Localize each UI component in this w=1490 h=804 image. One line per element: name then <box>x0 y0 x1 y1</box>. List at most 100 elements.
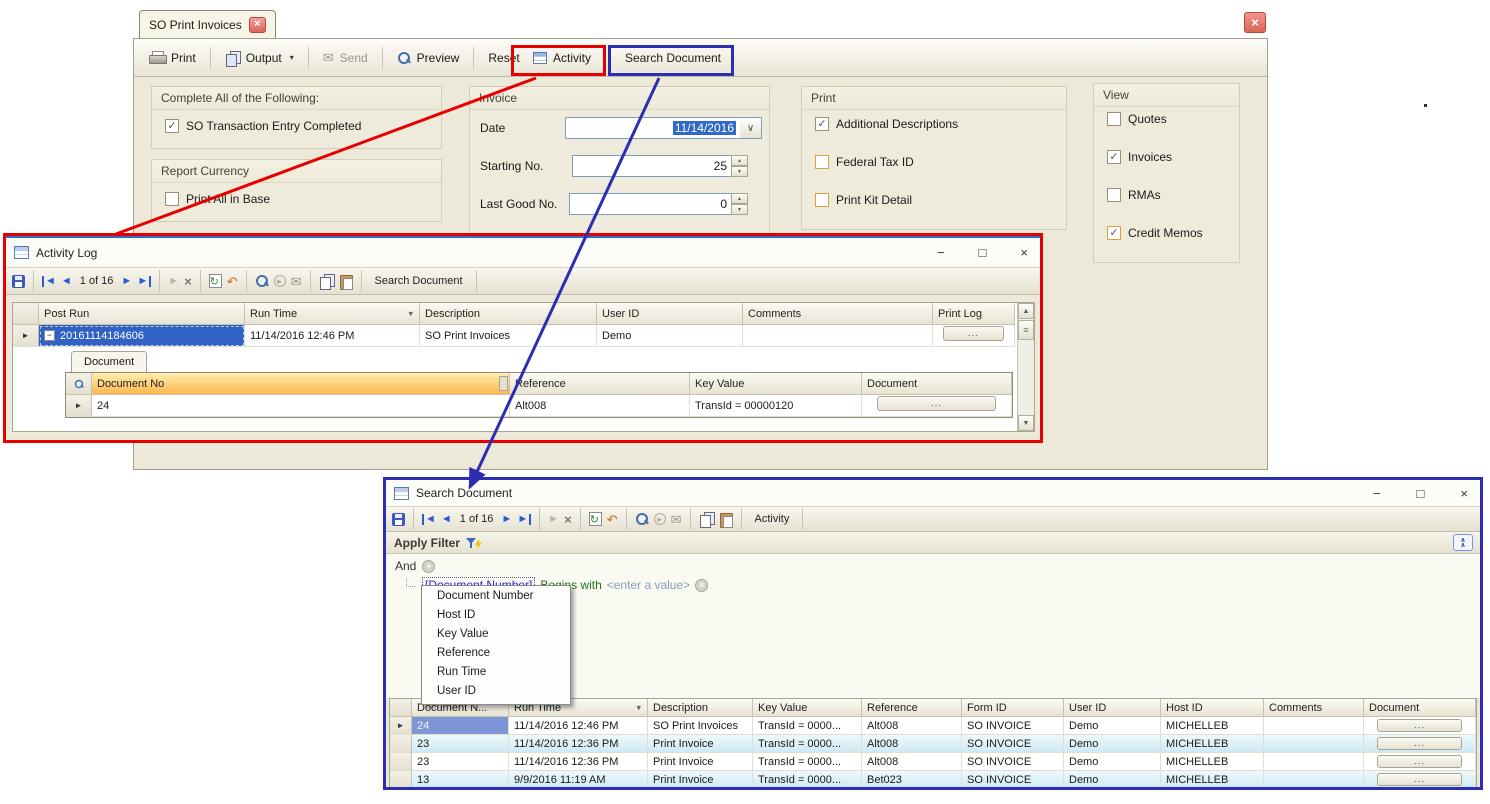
spin-down-icon[interactable]: ▼ <box>731 204 748 215</box>
document-grid-row[interactable]: ► 24 Alt008 TransId = 00000120 ... <box>66 395 1012 417</box>
user-id-cell[interactable]: Demo <box>1064 753 1161 771</box>
scrollbar-thumb[interactable]: ≡ <box>1018 320 1034 340</box>
so-transaction-entry-completed-checkbox[interactable]: ✓ SO Transaction Entry Completed <box>165 119 361 133</box>
document-no-cell[interactable]: 24 <box>412 717 509 735</box>
column-header-print-log[interactable]: Print Log <box>933 303 1015 325</box>
document-no-cell[interactable]: 13 <box>412 771 509 787</box>
row-selector-cell[interactable] <box>390 735 412 753</box>
starting-no-field[interactable]: 25 <box>572 155 732 177</box>
maximize-icon[interactable]: □ <box>979 245 987 260</box>
form-id-cell[interactable]: SO INVOICE <box>962 717 1064 735</box>
vertical-scrollbar[interactable]: ▲ ≡ ▼ <box>1017 303 1034 431</box>
column-header-user-id[interactable]: User ID <box>1064 699 1161 717</box>
reference-cell[interactable]: Alt008 <box>862 717 962 735</box>
description-cell[interactable]: Print Invoice <box>648 771 753 787</box>
search-grid-row[interactable]: ► 24 11/14/2016 12:46 PM SO Print Invoic… <box>390 717 1476 735</box>
column-header-description[interactable]: Description <box>420 303 597 325</box>
remove-condition-icon[interactable]: × <box>695 579 708 592</box>
column-header-comments[interactable]: Comments <box>743 303 933 325</box>
user-id-cell[interactable]: Demo <box>1064 735 1161 753</box>
run-time-cell[interactable]: 11/14/2016 12:46 PM <box>509 717 648 735</box>
reference-cell[interactable]: Alt008 <box>862 753 962 771</box>
date-field[interactable]: 11/14/2016 <box>565 117 741 139</box>
run-time-cell[interactable]: 9/9/2016 11:19 AM <box>509 771 648 787</box>
search-column-header[interactable] <box>66 373 92 395</box>
print-log-button[interactable]: ... <box>943 326 1003 341</box>
window-close-button[interactable]: × <box>1244 12 1266 33</box>
reference-cell[interactable]: Bet023 <box>862 771 962 787</box>
minimize-icon[interactable]: − <box>1373 486 1381 501</box>
previous-record-icon[interactable]: ◄ <box>441 514 452 525</box>
document-no-cell[interactable]: 23 <box>412 735 509 753</box>
federal-tax-id-checkbox[interactable]: Federal Tax ID <box>815 155 914 169</box>
invoices-checkbox[interactable]: ✓ Invoices <box>1107 150 1172 164</box>
rmas-checkbox[interactable]: RMAs <box>1107 188 1161 202</box>
maximize-icon[interactable]: □ <box>1417 486 1425 501</box>
host-id-cell[interactable]: MICHELLEB <box>1161 717 1264 735</box>
column-filter-icon[interactable] <box>499 376 508 391</box>
search-grid-row[interactable]: 13 9/9/2016 11:19 AM Print Invoice Trans… <box>390 771 1476 787</box>
reference-cell[interactable]: Alt008 <box>862 735 962 753</box>
document-no-cell[interactable]: 23 <box>412 753 509 771</box>
menu-item-reference[interactable]: Reference <box>422 643 570 662</box>
minimize-icon[interactable]: − <box>937 245 945 260</box>
description-cell[interactable]: Print Invoice <box>648 735 753 753</box>
host-id-cell[interactable]: MICHELLEB <box>1161 771 1264 787</box>
additional-descriptions-checkbox[interactable]: ✓ Additional Descriptions <box>815 117 958 131</box>
refresh-icon[interactable]: ↻ <box>589 512 602 526</box>
document-button[interactable]: ... <box>1377 737 1463 750</box>
form-id-cell[interactable]: SO INVOICE <box>962 735 1064 753</box>
scroll-down-icon[interactable]: ▼ <box>1018 415 1034 431</box>
print-kit-detail-checkbox[interactable]: Print Kit Detail <box>815 193 912 207</box>
close-icon[interactable]: × <box>1020 245 1028 260</box>
column-header-reference[interactable]: Reference <box>510 373 690 395</box>
last-record-icon[interactable]: ► <box>517 514 531 525</box>
document-no-cell[interactable]: 24 <box>92 395 510 417</box>
comments-cell[interactable] <box>1264 717 1364 735</box>
row-selector-cell[interactable]: ► <box>66 395 92 417</box>
document-tab[interactable]: Document <box>71 351 147 372</box>
user-id-cell[interactable]: Demo <box>1064 717 1161 735</box>
document-button[interactable]: ... <box>1377 755 1463 768</box>
key-value-cell[interactable]: TransId = 0000... <box>753 717 862 735</box>
preview-icon[interactable] <box>255 274 269 288</box>
add-condition-icon[interactable]: + <box>422 560 435 573</box>
date-dropdown-button[interactable]: ∨ <box>740 117 762 139</box>
document-button[interactable]: ... <box>877 396 995 411</box>
save-icon[interactable] <box>392 513 405 526</box>
key-value-cell[interactable]: TransId = 0000... <box>753 771 862 787</box>
search-grid-row[interactable]: 23 11/14/2016 12:36 PM Print Invoice Tra… <box>390 753 1476 771</box>
run-time-cell[interactable]: 11/14/2016 12:46 PM <box>245 325 420 347</box>
post-run-cell[interactable]: − 20161114184606 <box>39 325 245 347</box>
spin-up-icon[interactable]: ▲ <box>731 193 748 204</box>
starting-no-spinner[interactable]: ▲ ▼ <box>731 155 748 177</box>
column-header-post-run[interactable]: Post Run <box>39 303 245 325</box>
filter-conjunction[interactable]: And <box>395 559 416 573</box>
print-button[interactable]: Print <box>142 47 203 69</box>
menu-item-document-number[interactable]: Document Number <box>422 586 570 605</box>
column-header-form-id[interactable]: Form ID <box>962 699 1064 717</box>
column-header-comments[interactable]: Comments <box>1264 699 1364 717</box>
column-header-document-no[interactable]: Document No <box>92 373 510 395</box>
quotes-checkbox[interactable]: Quotes <box>1107 112 1167 126</box>
user-id-cell[interactable]: Demo <box>1064 771 1161 787</box>
row-selector-cell[interactable]: ► <box>390 717 412 735</box>
comments-cell[interactable] <box>1264 735 1364 753</box>
search-grid-row[interactable]: 23 11/14/2016 12:36 PM Print Invoice Tra… <box>390 735 1476 753</box>
spin-up-icon[interactable]: ▲ <box>731 155 748 166</box>
reference-cell[interactable]: Alt008 <box>510 395 690 417</box>
column-header-key-value[interactable]: Key Value <box>690 373 862 395</box>
column-header-key-value[interactable]: Key Value <box>753 699 862 717</box>
print-all-in-base-checkbox[interactable]: Print All in Base <box>165 192 270 206</box>
key-value-cell[interactable]: TransId = 00000120 <box>690 395 862 417</box>
row-selector-cell[interactable] <box>390 753 412 771</box>
refresh-icon[interactable]: ↻ <box>209 274 222 288</box>
run-time-cell[interactable]: 11/14/2016 12:36 PM <box>509 753 648 771</box>
next-record-icon[interactable]: ► <box>501 514 512 525</box>
output-button[interactable]: Output ▾ <box>218 47 301 69</box>
menu-item-user-id[interactable]: User ID <box>422 681 570 700</box>
search-document-link[interactable]: Search Document <box>370 273 468 289</box>
column-header-reference[interactable]: Reference <box>862 699 962 717</box>
activity-button[interactable]: Activity <box>517 43 607 73</box>
run-time-cell[interactable]: 11/14/2016 12:36 PM <box>509 735 648 753</box>
